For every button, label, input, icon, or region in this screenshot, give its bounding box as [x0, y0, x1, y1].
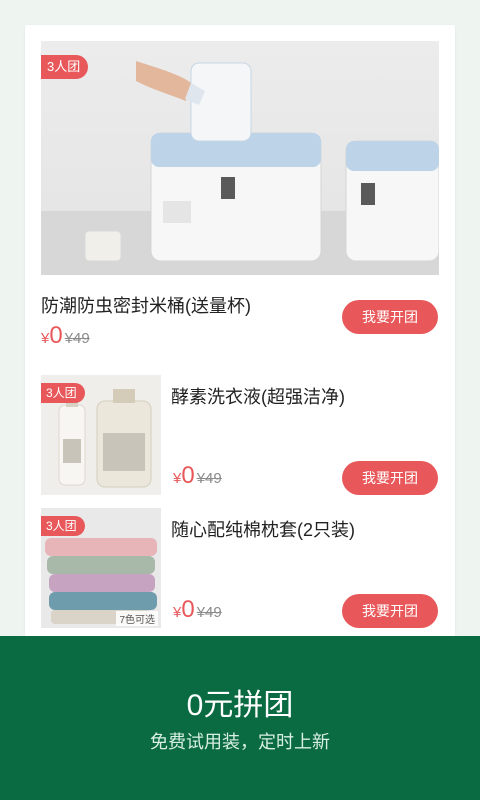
- group-price: 0: [181, 596, 195, 623]
- color-options-badge: 7色可选: [116, 611, 158, 626]
- rice-bucket-image[interactable]: 3人团: [41, 41, 439, 275]
- original-price: ¥49: [64, 330, 90, 347]
- product-title[interactable]: 防潮防虫密封米桶(送量杯): [41, 292, 251, 318]
- start-group-button[interactable]: 我要开团: [342, 300, 438, 334]
- group-size-tag: 3人团: [41, 383, 85, 403]
- pillowcase-image[interactable]: 3人团 7色可选: [41, 508, 161, 628]
- product-title[interactable]: 随心配纯棉枕套(2只装): [171, 516, 355, 542]
- original-price: ¥49: [196, 604, 222, 621]
- footer-title: 0元拼团: [186, 689, 294, 722]
- rice-bucket-illustration: [41, 61, 439, 275]
- footer-subtitle: 免费试用装，定时上新: [150, 732, 330, 752]
- group-price: 0: [49, 322, 63, 349]
- original-price: ¥49: [196, 470, 222, 487]
- start-group-button[interactable]: 我要开团: [342, 461, 438, 495]
- group-size-tag: 3人团: [41, 516, 85, 536]
- price-row: ¥0 ¥49: [173, 462, 222, 492]
- product-title[interactable]: 酵素洗衣液(超强洁净): [171, 383, 345, 409]
- promo-footer: 0元拼团 免费试用装，定时上新: [0, 636, 480, 800]
- detergent-image[interactable]: 3人团: [41, 375, 161, 495]
- price-row: ¥0 ¥49: [173, 596, 222, 626]
- group-price: 0: [181, 462, 195, 489]
- start-group-button[interactable]: 我要开团: [342, 594, 438, 628]
- price-row: ¥0 ¥49: [41, 322, 90, 352]
- group-size-tag: 3人团: [41, 55, 89, 79]
